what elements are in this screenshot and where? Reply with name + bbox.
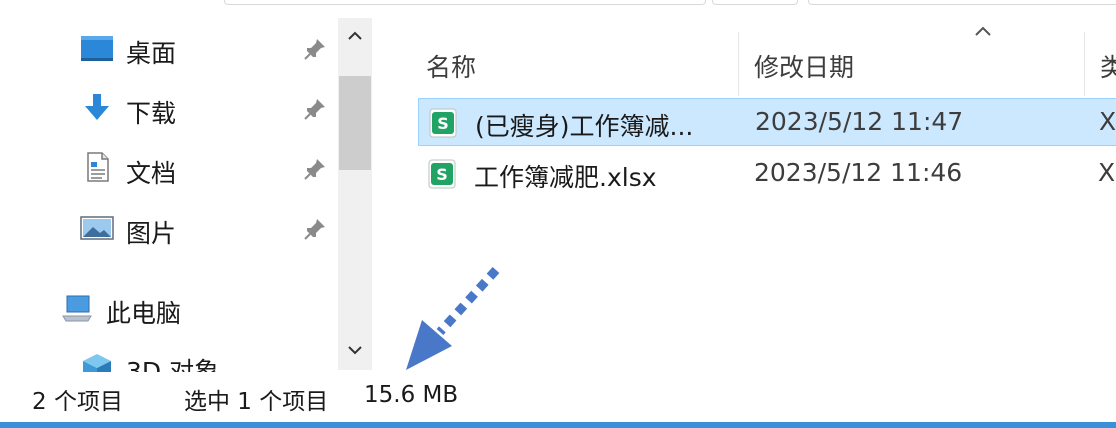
pin-icon bbox=[304, 159, 325, 180]
file-type: X bbox=[1099, 107, 1116, 136]
status-selected-size: 15.6 MB bbox=[364, 382, 459, 408]
refresh-button-edge[interactable] bbox=[712, 0, 798, 5]
status-bar: 2 个项目 选中 1 个项目 15.6 MB bbox=[0, 372, 1116, 422]
pin-icon bbox=[304, 219, 325, 240]
svg-text:S: S bbox=[437, 114, 449, 133]
nav-item-label: 图片 bbox=[126, 219, 177, 248]
nav-item-this-pc[interactable]: 此电脑 bbox=[0, 284, 338, 334]
file-type: X bbox=[1098, 158, 1116, 187]
column-headers: 名称 修改日期 类 bbox=[408, 14, 1116, 96]
svg-text:S: S bbox=[436, 165, 448, 184]
file-row[interactable]: S 工作簿减肥.xlsx 2023/5/12 11:46 X bbox=[418, 150, 1116, 198]
nav-item-desktop[interactable]: 桌面 bbox=[0, 24, 338, 74]
nav-item-label: 文档 bbox=[126, 159, 177, 188]
scroll-down-button[interactable] bbox=[338, 332, 372, 368]
file-row[interactable]: S (已瘦身)工作簿减... 2023/5/12 11:47 X bbox=[418, 98, 1116, 146]
file-modified: 2023/5/12 11:47 bbox=[755, 107, 964, 136]
column-header-modified[interactable]: 修改日期 bbox=[754, 48, 854, 84]
pin-icon bbox=[304, 39, 325, 60]
navigation-pane: 桌面 下载 文档 图片 此电脑 3D 对象 bbox=[0, 0, 338, 372]
nav-item-pictures[interactable]: 图片 bbox=[0, 204, 338, 254]
search-box-edge[interactable] bbox=[808, 0, 1116, 5]
status-selected-count: 选中 1 个项目 bbox=[184, 389, 329, 415]
nav-item-label: 下载 bbox=[126, 99, 177, 128]
scroll-up-button[interactable] bbox=[338, 18, 372, 54]
nav-item-downloads[interactable]: 下载 bbox=[0, 84, 338, 134]
column-header-type[interactable]: 类 bbox=[1100, 48, 1116, 84]
nav-item-label: 此电脑 bbox=[106, 299, 182, 328]
3d-objects-icon bbox=[83, 354, 111, 372]
chevron-down-icon bbox=[348, 346, 362, 355]
scroll-thumb[interactable] bbox=[339, 76, 371, 170]
annotation-arrow-icon bbox=[406, 266, 500, 370]
pictures-icon bbox=[80, 216, 114, 240]
column-divider[interactable] bbox=[1084, 32, 1085, 96]
desktop-icon bbox=[81, 36, 113, 61]
window-bottom-border bbox=[0, 422, 1116, 428]
nav-item-label: 3D 对象 bbox=[126, 357, 220, 372]
nav-item-label: 桌面 bbox=[126, 39, 177, 68]
nav-item-documents[interactable]: 文档 bbox=[0, 144, 338, 194]
document-icon bbox=[87, 152, 109, 182]
nav-item-3d-objects[interactable]: 3D 对象 bbox=[0, 344, 338, 372]
this-pc-icon bbox=[62, 295, 92, 322]
spreadsheet-icon: S bbox=[429, 108, 457, 138]
pin-icon bbox=[304, 99, 325, 120]
file-name: (已瘦身)工作簿减... bbox=[475, 112, 694, 141]
spreadsheet-icon: S bbox=[428, 159, 456, 189]
nav-scrollbar[interactable] bbox=[338, 18, 372, 370]
chevron-up-icon bbox=[348, 31, 362, 40]
file-name: 工作簿减肥.xlsx bbox=[474, 163, 657, 192]
sort-ascending-icon bbox=[975, 26, 991, 36]
column-header-name[interactable]: 名称 bbox=[426, 48, 476, 84]
download-icon bbox=[85, 94, 109, 120]
column-divider[interactable] bbox=[738, 32, 739, 96]
file-modified: 2023/5/12 11:46 bbox=[754, 158, 963, 187]
status-item-count: 2 个项目 bbox=[32, 389, 123, 415]
